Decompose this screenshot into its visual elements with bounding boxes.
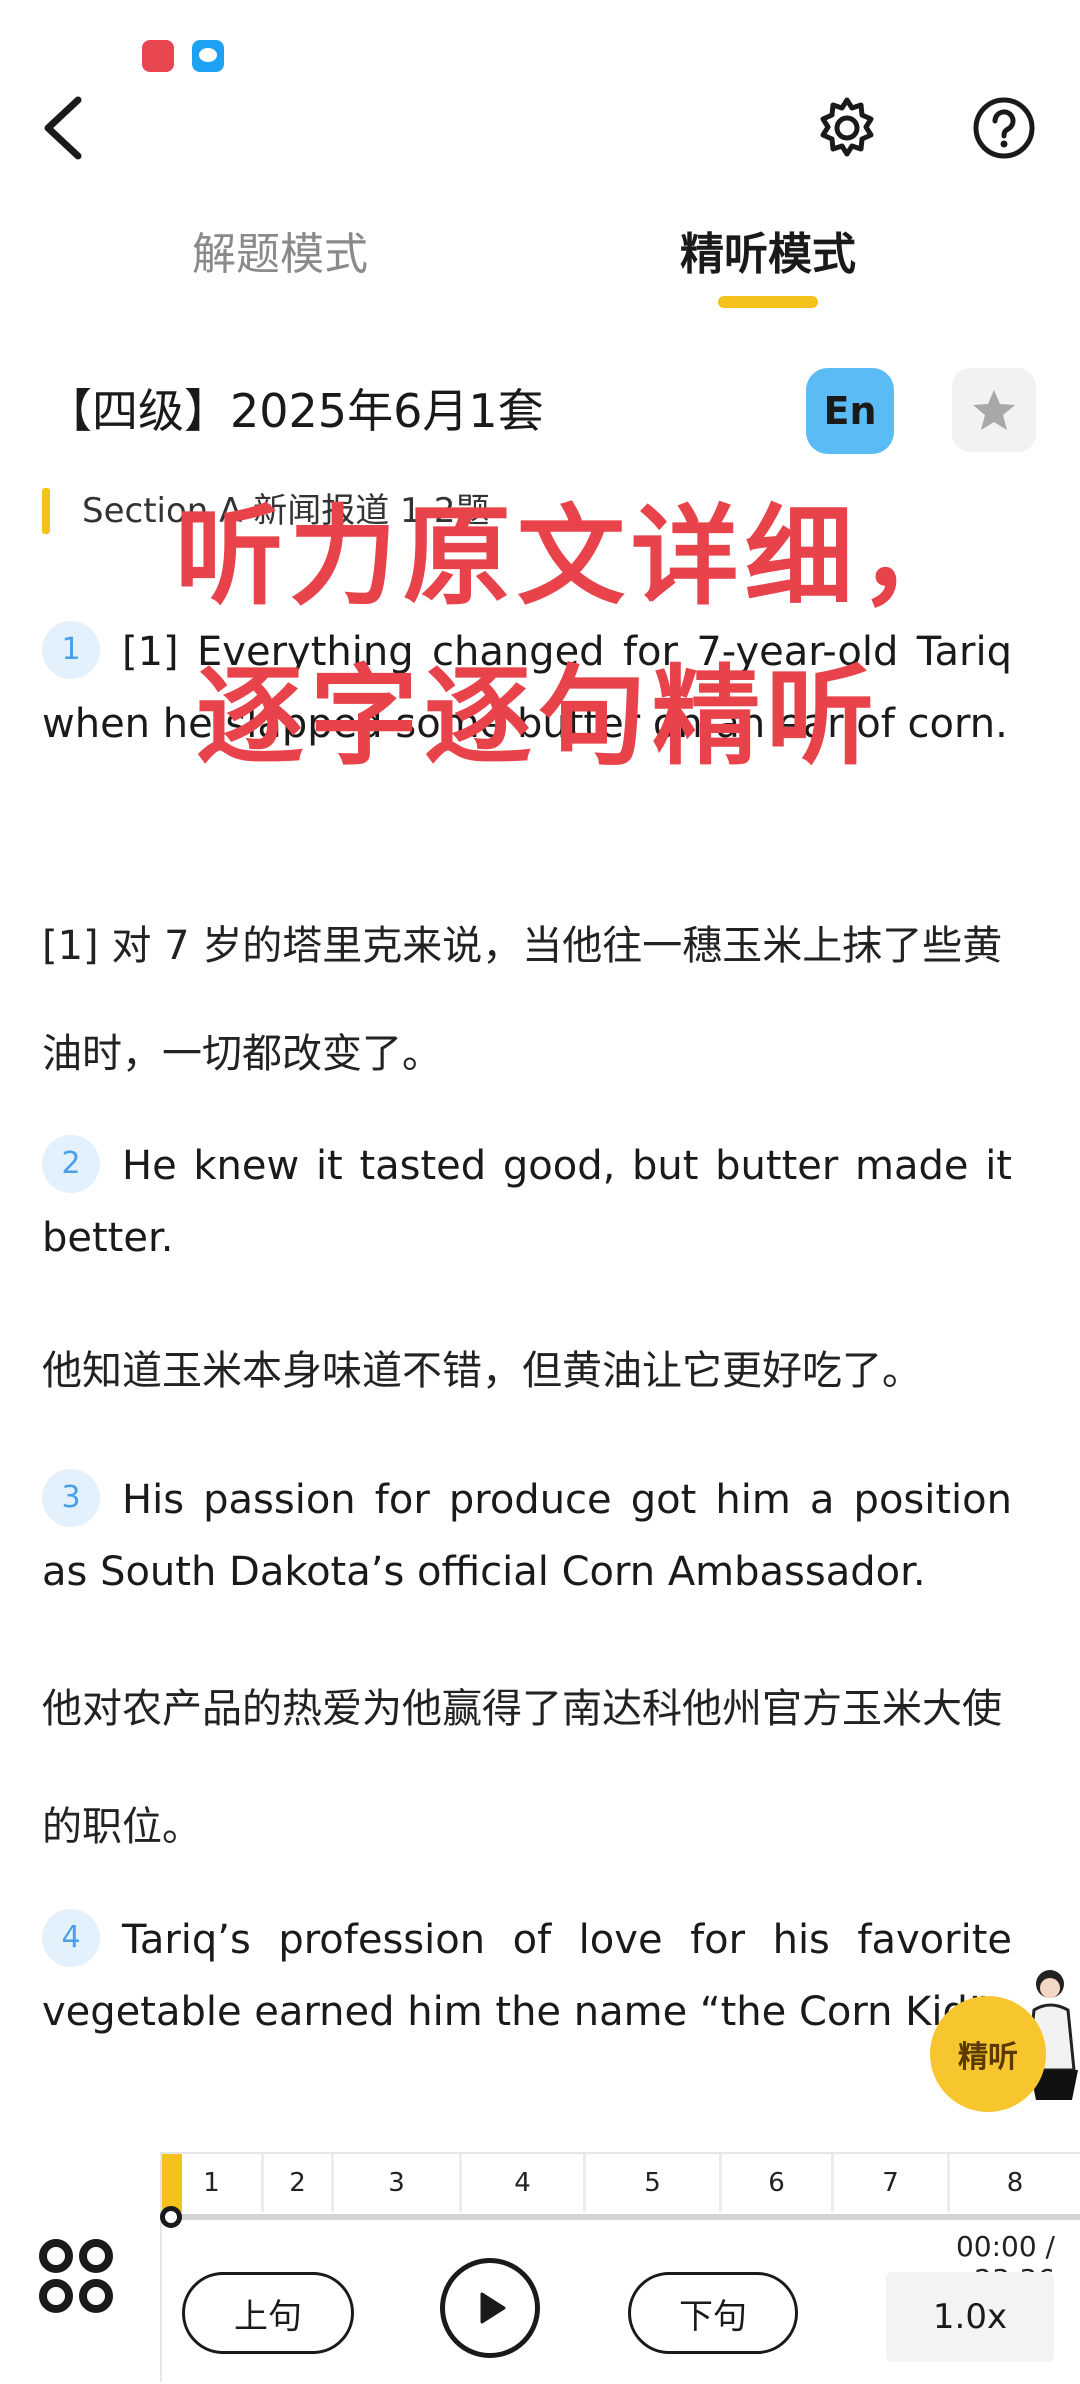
sentence-3-english[interactable]: 3 His passion for produce got him a posit… [42,1464,1012,1608]
favorite-star-icon[interactable] [952,368,1036,452]
sentence-4-english[interactable]: 4 Tariq’s profession of love for his favo… [42,1904,1012,2048]
sentence-2-chinese: 他知道玉米本身味道不错，但黄油让它更好吃了。 [42,1348,922,1394]
sentence-number-badge: 1 [42,621,100,679]
intensive-listening-fab[interactable]: 精听 [930,1996,1046,2112]
progress-handle[interactable] [160,2206,182,2228]
section-accent-bar [42,488,50,534]
english-toggle-button[interactable]: En [806,368,894,454]
sentence-text: He knew it tasted good, but butter made … [42,1143,1012,1261]
segment-marker[interactable]: 4 [462,2154,586,2212]
segment-marker[interactable]: 5 [586,2154,722,2212]
active-tab-indicator [718,296,818,308]
sentence-number-badge: 2 [42,1135,100,1193]
promo-overlay-line-1: 听力原文详细， [175,495,974,620]
segment-marker[interactable]: 8 [950,2154,1080,2212]
tab-intensive-listening[interactable]: 精听模式 [668,220,868,290]
grid-menu-icon[interactable] [36,2236,116,2316]
segment-marker[interactable]: 2 [264,2154,334,2212]
help-icon[interactable] [972,96,1036,160]
previous-sentence-button[interactable]: 上句 [182,2272,354,2354]
sentence-text: Tariq’s profession of love for his favor… [42,1917,1012,2035]
play-button[interactable] [440,2258,540,2358]
sentence-2-english[interactable]: 2 He knew it tasted good, but butter made… [42,1130,1012,1274]
sentence-3-chinese: 他对农产品的热爱为他赢得了南达科他州官方玉米大使的职位。 [42,1686,1002,1850]
sentence-text: His passion for produce got him a positi… [42,1477,1012,1595]
promo-overlay-line-2: 逐字逐句精听 [196,655,881,780]
message-status-icon [192,40,224,72]
sentence-segment-track[interactable]: 1 2 3 4 5 6 7 8 [162,2154,1080,2212]
segment-marker[interactable]: 3 [334,2154,462,2212]
page-title: 【四级】2025年6月1套 [46,384,544,438]
progress-track[interactable] [170,2214,1080,2220]
playback-speed-button[interactable]: 1.0x [886,2272,1054,2362]
sentence-1-chinese: [1] 对 7 岁的塔里克来说，当他往一穗玉米上抹了些黄油时，一切都改变了。 [42,923,1003,1077]
tab-solve-mode[interactable]: 解题模式 [180,220,380,290]
current-segment-indicator [162,2154,182,2212]
play-icon [480,2292,506,2324]
back-icon[interactable] [36,92,96,162]
next-sentence-button[interactable]: 下句 [628,2272,798,2354]
settings-gear-icon[interactable] [815,96,879,160]
segment-marker[interactable]: 6 [722,2154,834,2212]
sentence-number-badge: 3 [42,1469,100,1527]
huawei-status-icon [142,40,174,72]
segment-marker[interactable]: 7 [834,2154,950,2212]
sentence-number-badge: 4 [42,1909,100,1967]
